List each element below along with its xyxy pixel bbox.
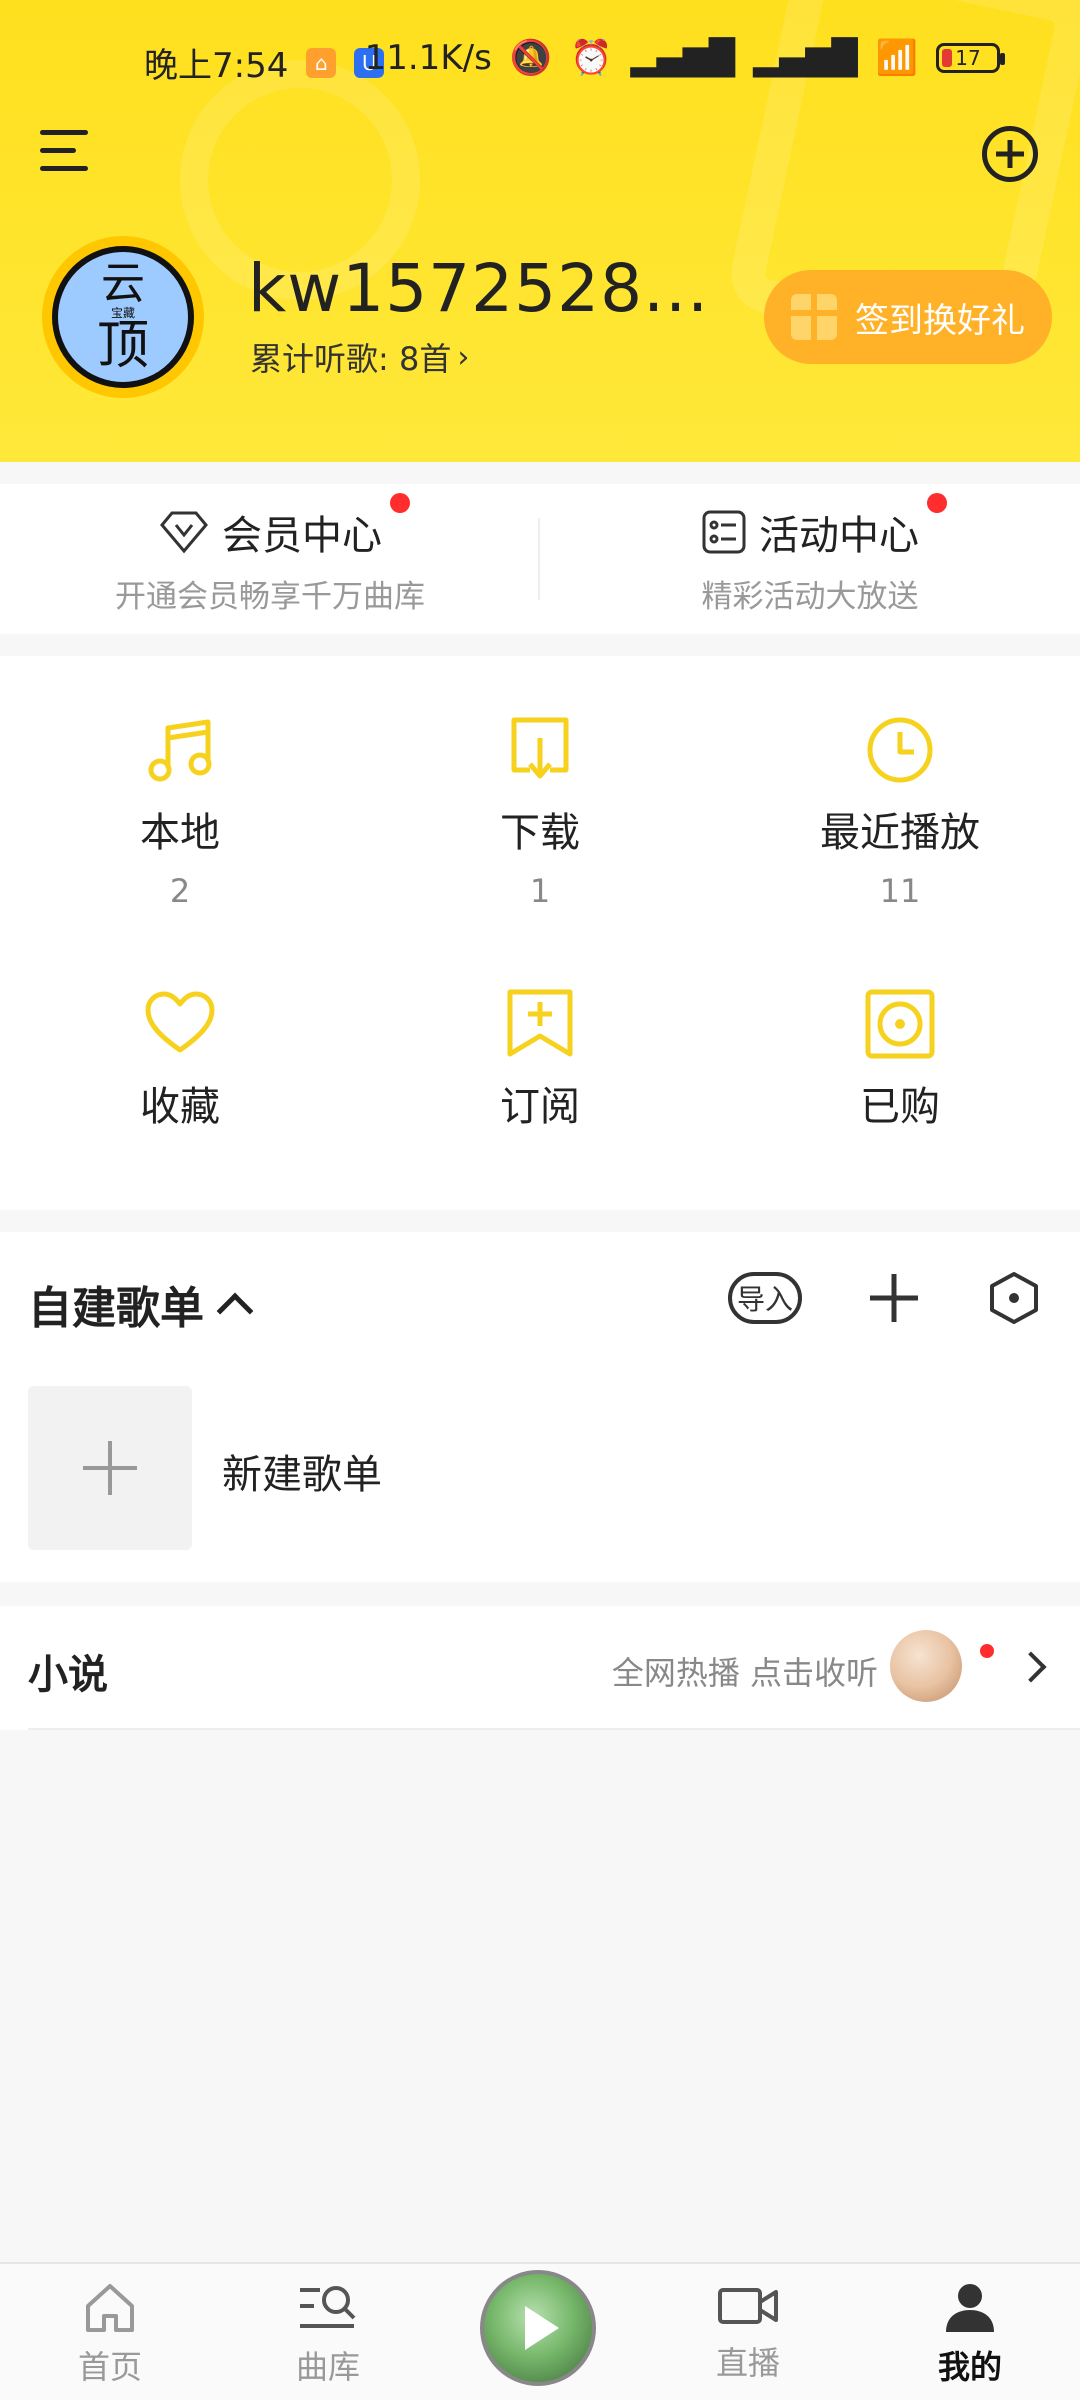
chevron-right-icon (1015, 1651, 1047, 1683)
download-icon (511, 717, 569, 779)
notification-dot (927, 492, 947, 513)
import-button[interactable]: 导入 (728, 1272, 802, 1324)
play-icon (525, 2306, 559, 2350)
signal-icon: ▂▄▆█ (753, 38, 858, 78)
notification-dot (390, 492, 410, 513)
grid-item-local[interactable]: 本地 2 (0, 714, 360, 964)
home-icon (86, 2284, 134, 2332)
playlist-section: 自建歌单 导入 新建歌单 (0, 1232, 1080, 1582)
alarm-icon: ⏰ (570, 38, 613, 78)
activity-center[interactable]: 活动中心 精彩活动大放送 (540, 484, 1080, 634)
novel-row[interactable]: 小说 全网热播 点击收听 (0, 1606, 1080, 1730)
bookmark-plus-icon (507, 989, 573, 1057)
add-circle-icon[interactable] (982, 126, 1038, 182)
clock-icon (867, 717, 933, 783)
profile-header: 晚上7:54 ⌂ U 11.1K/s 🔕 ⏰ ▂▄▆█ ▂▄▆█ 📶 17 云 … (0, 0, 1080, 462)
divider (28, 1728, 1080, 1730)
settings-hexagon-icon[interactable] (988, 1270, 1040, 1326)
diamond-icon (160, 511, 208, 553)
music-note-icon (148, 719, 212, 782)
grid-item-recent[interactable]: 最近播放 11 (720, 714, 1080, 964)
video-camera-icon (718, 2288, 778, 2324)
username[interactable]: kw1572528... (248, 250, 709, 327)
gift-icon (791, 294, 837, 340)
signal-icon: ▂▄▆█ (630, 38, 736, 78)
net-speed: 11.1K/s (364, 38, 492, 78)
heart-icon (145, 991, 215, 1053)
tab-mine[interactable]: 我的 (862, 2282, 1078, 2392)
new-playlist-label[interactable]: 新建歌单 (222, 1442, 382, 1500)
shortcut-grid: 本地 2 下载 1 最近播放 11 收藏 订阅 已购 (0, 656, 1080, 1210)
chevron-up-icon (216, 1292, 254, 1330)
status-bar: 晚上7:54 ⌂ U 11.1K/s 🔕 ⏰ ▂▄▆█ ▂▄▆█ 📶 17 (0, 30, 1080, 90)
menu-icon[interactable] (40, 128, 88, 172)
avatar[interactable]: 云 宝藏 顶 (42, 236, 204, 398)
playlist-title[interactable]: 自建歌单 (28, 1272, 254, 1336)
disc-icon (865, 989, 935, 1059)
add-playlist-icon[interactable] (866, 1270, 922, 1326)
now-playing-button[interactable] (480, 2270, 596, 2386)
novel-thumbnail (890, 1630, 962, 1702)
wifi-icon: 📶 (875, 38, 918, 78)
library-search-icon (300, 2286, 356, 2328)
tab-library[interactable]: 曲库 (220, 2282, 436, 2392)
signin-button[interactable]: 签到换好礼 (764, 270, 1052, 364)
member-center[interactable]: 会员中心 开通会员畅享千万曲库 (0, 484, 540, 634)
tab-live[interactable]: 直播 (640, 2282, 856, 2392)
user-icon (946, 2284, 994, 2332)
tab-home[interactable]: 首页 (2, 2282, 218, 2392)
notification-dot (980, 1644, 994, 1658)
new-playlist-button[interactable] (28, 1386, 192, 1550)
grid-item-download[interactable]: 下载 1 (360, 714, 720, 964)
mute-icon: 🔕 (509, 38, 553, 78)
status-time: 晚上7:54 (144, 46, 289, 86)
battery-icon: 17 (936, 43, 1005, 73)
list-card-icon (702, 510, 746, 553)
chevron-right-icon: › (457, 339, 470, 375)
grid-item-subscribe[interactable]: 订阅 (360, 988, 720, 1238)
grid-item-purchased[interactable]: 已购 (720, 988, 1080, 1238)
app-notification-icon: ⌂ (306, 47, 337, 78)
member-activity-row: 会员中心 开通会员畅享千万曲库 活动中心 精彩活动大放送 (0, 484, 1080, 634)
grid-item-favorite[interactable]: 收藏 (0, 988, 360, 1238)
listen-count[interactable]: 累计听歌: 8首 › (250, 334, 469, 380)
